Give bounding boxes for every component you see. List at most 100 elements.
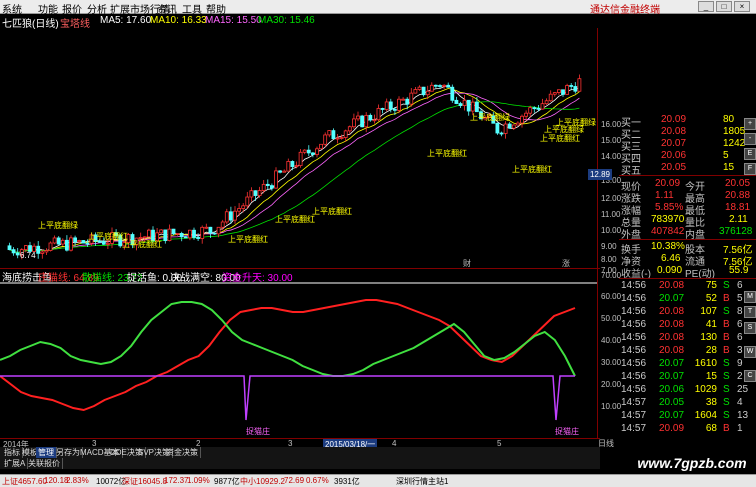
ma30-label: MA30: 15.46 <box>258 15 315 26</box>
tab-capital[interactable]: 资金决策 <box>164 447 201 458</box>
quote-panel: 买一 20.09 80 买二 20.08 1805 买三 20.07 1242 买四 20.0… <box>619 112 756 472</box>
candle-body <box>290 161 295 167</box>
period-label[interactable]: 日线 <box>598 438 614 449</box>
menu-bar: 系统 功能 报价 分析 扩展市场行情 资讯 工具 帮助 通达信金融终端 _ □ × <box>0 0 756 16</box>
sz-index[interactable]: 深证16045.8 <box>122 476 167 487</box>
indicator-header: 海底捞击鱼 庄猫线: 64.89 散猫线: 23.72 捉活鱼: 0.00 决战… <box>0 269 600 284</box>
stat-row: 净资 6.46 流通 7.56亿 <box>621 253 753 268</box>
candle-body <box>192 229 196 238</box>
candle-body <box>44 250 49 253</box>
candle-body <box>388 101 393 110</box>
sz-pct: 1.09% <box>187 476 210 485</box>
candle-body <box>302 149 307 153</box>
candle-body <box>331 130 336 140</box>
candle-body <box>544 100 549 105</box>
candle-body <box>85 242 90 245</box>
side-button[interactable]: C <box>744 370 756 382</box>
indicator-chart[interactable]: 捉猫庄 捉猫庄 <box>0 281 600 436</box>
sz-change: 172.37 <box>164 476 189 485</box>
candle-body <box>196 237 201 239</box>
catch-label: 捉猫庄 <box>555 426 579 436</box>
candle-body <box>261 183 266 191</box>
side-button[interactable]: F <box>744 163 756 175</box>
candle-body <box>40 251 45 254</box>
candle-body <box>343 130 348 138</box>
candle-body <box>310 152 315 155</box>
candle-body <box>60 239 65 245</box>
candle-body <box>462 99 467 107</box>
tick-row: 14:56 20.07 15 S 2 <box>621 371 743 382</box>
tick-row: 14:57 20.05 38 S 4 <box>621 397 743 408</box>
stat-row: 换手 10.38% 股本 7.56亿 <box>621 241 753 256</box>
candle-body <box>323 134 328 145</box>
zx-index[interactable]: 中小10929.2 <box>240 476 285 487</box>
candle-body <box>433 84 438 87</box>
divider <box>619 175 756 176</box>
candle-body <box>425 90 430 96</box>
sh-index[interactable]: 上证4657.60 <box>2 476 47 487</box>
candlestick-chart[interactable]: 上平底翻绿 上平底翻红 上平底翻红 上平底翻红 上平底翻红 上平底翻红 上平底翻… <box>0 28 600 268</box>
signal-label: 上平底翻绿 <box>38 220 78 230</box>
signal-label: 上平底翻红 <box>312 206 352 216</box>
candle-body <box>470 101 475 112</box>
minimize-icon[interactable]: _ <box>698 1 714 12</box>
candle-body <box>36 245 41 254</box>
sz-amount: 9877亿 <box>214 477 240 486</box>
candle-body <box>106 242 110 245</box>
candle-body <box>315 148 319 155</box>
candle-body <box>540 103 545 110</box>
current-price-marker: 12.89 <box>588 169 612 180</box>
sub-tabs: 扩展A 关联报价 <box>0 458 600 469</box>
candle-body <box>15 252 20 256</box>
close-icon[interactable]: × <box>734 1 750 12</box>
candle-body <box>442 84 447 87</box>
server-label[interactable]: 深圳行情主站1 <box>396 476 448 487</box>
stat-row: 收益(-) 0.090 PE(动) 55.9 <box>621 265 749 280</box>
side-button[interactable]: T <box>744 306 756 318</box>
candle-body <box>241 205 246 209</box>
candle-body <box>438 85 442 87</box>
sh-pct: 2.83% <box>66 476 89 485</box>
candle-body <box>77 240 82 243</box>
candle-body <box>73 237 77 243</box>
candle-body <box>573 86 578 92</box>
side-button[interactable]: + <box>744 118 756 130</box>
candle-body <box>511 124 516 129</box>
signal-label: 上平底翻绿 <box>470 112 510 122</box>
low-price-label: 6.74 <box>20 251 36 260</box>
candle-body <box>520 115 524 124</box>
candle-body <box>52 237 57 244</box>
candle-body <box>274 170 278 189</box>
divider <box>619 239 756 240</box>
candle-body <box>163 229 168 242</box>
candle-body <box>146 229 151 238</box>
side-button[interactable]: E <box>744 148 756 160</box>
candle-body <box>200 226 205 239</box>
signal-label: 上平底翻红 <box>427 148 467 158</box>
tab-related-quote[interactable]: 关联报价 <box>26 458 63 469</box>
candle-body <box>557 89 561 93</box>
tick-row: 14:56 20.08 41 B 6 <box>621 319 743 330</box>
side-button[interactable]: M <box>744 291 756 303</box>
candle-body <box>384 101 389 110</box>
ma5-label: MA5: 17.60 <box>100 15 152 26</box>
date-axis: 2014年 3 2 3 2015/03/18/一 4 5 <box>0 438 600 450</box>
candle-body <box>220 221 225 228</box>
candle-body <box>245 196 250 207</box>
candle-body <box>56 237 61 245</box>
candle-body <box>142 236 147 239</box>
candle-body <box>569 85 574 87</box>
side-button[interactable]: - <box>744 133 756 145</box>
side-button[interactable]: W <box>744 346 756 358</box>
candle-body <box>536 107 541 110</box>
candle-body <box>282 170 287 173</box>
candle-body <box>360 115 365 128</box>
side-button[interactable]: S <box>744 322 756 334</box>
maximize-icon[interactable]: □ <box>716 1 732 12</box>
promo-link[interactable]: 通达信金融终端 <box>590 1 660 16</box>
candle-body <box>561 89 565 95</box>
tab-ext-a[interactable]: 扩展A <box>2 458 29 469</box>
candle-body <box>212 232 217 235</box>
candle-body <box>65 239 69 251</box>
candle-body <box>368 114 373 121</box>
